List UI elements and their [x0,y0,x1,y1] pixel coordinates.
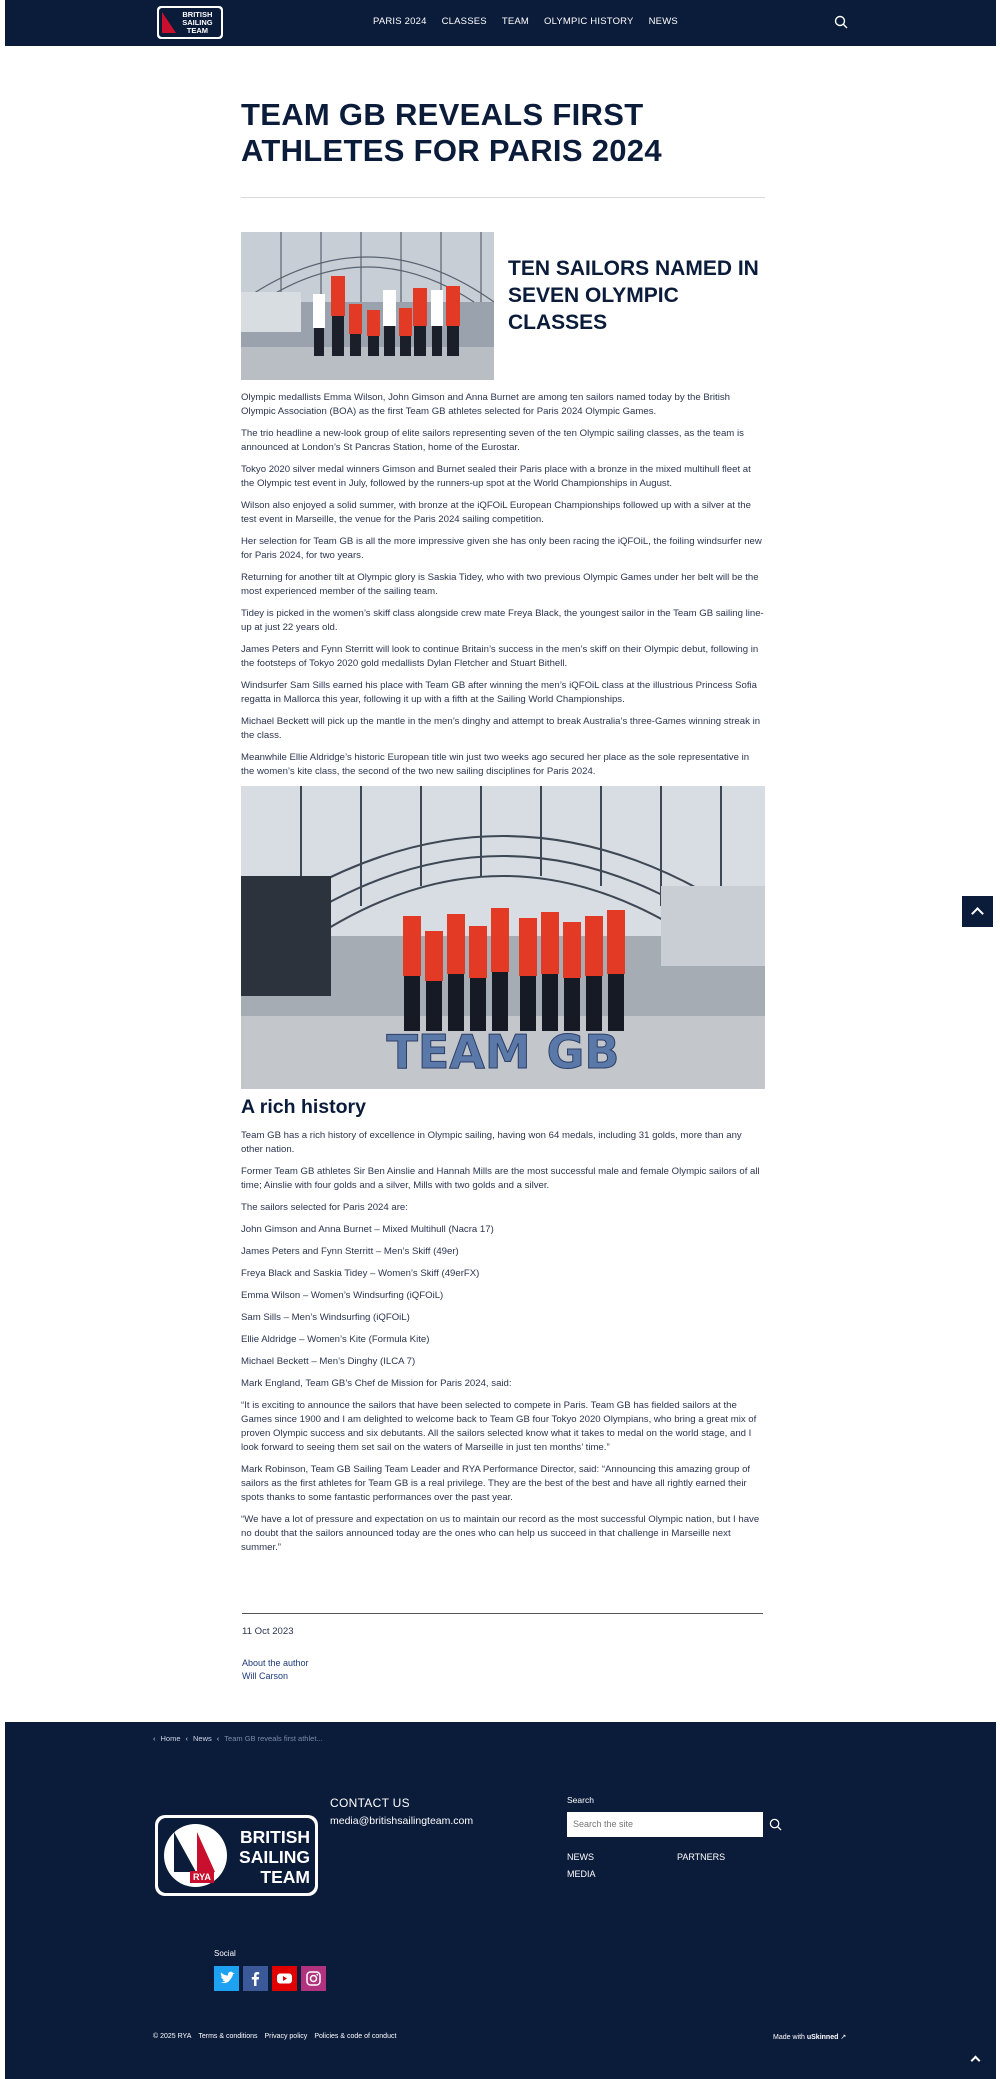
made-with-prefix: Made with [773,2034,805,2041]
contact-email-link[interactable]: media@britishsailingteam.com [330,1815,473,1827]
article-paragraph: Returning for another tilt at Olympic gl… [241,572,759,597]
article-paragraph: Team GB has a rich history of excellence… [241,1130,742,1155]
policies-link[interactable]: Policies & code of conduct [314,2033,396,2040]
footer-link-media[interactable]: MEDIA [567,1866,677,1883]
site-logo[interactable]: BRITISH SAILING TEAM [157,6,223,39]
nav-item-classes[interactable]: CLASSES [442,16,487,27]
youtube-icon[interactable] [272,1966,297,1991]
article-paragraph: Michael Beckett will pick up the mantle … [241,716,761,741]
search-input[interactable]: Search the site [567,1812,763,1837]
chevron-up-icon[interactable] [970,2055,981,2066]
sailor-list-item: Ellie Aldridge – Women’s Kite (Formula K… [241,1334,430,1345]
breadcrumb-current: Team GB reveals first athlet... [224,1734,323,1743]
publish-date: 11 Oct 2023 [242,1626,294,1637]
chevron-left-icon: ‹ [216,1734,220,1743]
team-gb-sign: TEAM GB [386,1025,619,1079]
site-footer: ‹ Home ‹ News ‹ Team GB reveals first at… [5,1722,996,2079]
article-quote: “We have a lot of pressure and expectati… [241,1514,760,1553]
search-icon[interactable] [834,15,848,29]
article-paragraph: Former Team GB athletes Sir Ben Ainslie … [241,1166,760,1191]
footer-links: NEWS PARTNERS MEDIA [567,1849,787,1883]
article-subheading: TEN SAILORS NAMED IN SEVEN OLYMPIC CLASS… [508,257,759,334]
terms-link[interactable]: Terms & conditions [198,2033,257,2040]
article-paragraph: Olympic medallists Emma Wilson, John Gim… [241,392,730,417]
footer-logo-text: BRITISH SAILING TEAM [239,1827,310,1887]
article-paragraph: James Peters and Fynn Sterritt will look… [241,644,759,669]
footer-link-partners[interactable]: PARTNERS [677,1849,787,1866]
social-links [214,1966,326,1991]
twitter-icon[interactable] [214,1966,239,1991]
chevron-left-icon: ‹ [185,1734,189,1743]
author-link[interactable]: Will Carson [242,1670,309,1683]
page: BRITISH SAILING TEAM PARIS 2024 CLASSES … [5,0,996,2079]
nav-item-news[interactable]: NEWS [649,16,678,27]
nav-item-team[interactable]: TEAM [502,16,529,27]
rya-badge: RYA [190,1871,214,1883]
top-navigation-bar: BRITISH SAILING TEAM PARIS 2024 CLASSES … [5,0,996,46]
article-paragraph: Mark England, Team GB’s Chef de Mission … [241,1378,512,1389]
divider [242,1613,763,1614]
breadcrumb: ‹ Home ‹ News ‹ Team GB reveals first at… [153,1734,323,1743]
external-link-icon: ↗ [840,2034,847,2041]
made-with-credit[interactable]: Made with uSkinned ↗ [773,2033,846,2041]
breadcrumb-news[interactable]: News [193,1734,212,1743]
search-icon[interactable] [769,1818,782,1831]
search-label: Search [567,1795,594,1805]
legal-links: © 2025 RYA Terms & conditions Privacy po… [153,2033,396,2040]
article-paragraph: Windsurfer Sam Sills earned his place wi… [241,680,757,705]
article-quote: “It is exciting to announce the sailors … [241,1400,757,1453]
copyright-text: © 2025 RYA [153,2033,192,2040]
about-author-label: About the author [242,1658,309,1668]
footer-logo[interactable]: RYA BRITISH SAILING TEAM [155,1815,318,1896]
sailor-list-item: John Gimson and Anna Burnet – Mixed Mult… [241,1224,494,1235]
instagram-icon[interactable] [301,1966,326,1991]
team-photo-small [241,232,494,380]
footer-link-news[interactable]: NEWS [567,1849,677,1866]
back-to-top-button[interactable] [962,896,993,927]
article-paragraph: Tidey is picked in the women’s skiff cla… [241,608,764,633]
article-paragraph: Tokyo 2020 silver medal winners Gimson a… [241,464,751,489]
made-with-brand: uSkinned [806,2034,839,2041]
privacy-policy-link[interactable]: Privacy policy [265,2033,308,2040]
sailor-list-item: James Peters and Fynn Sterritt – Men’s S… [241,1246,459,1257]
sailor-list-item: Michael Beckett – Men’s Dinghy (ILCA 7) [241,1356,416,1367]
social-label: Social [214,1949,236,1958]
main-nav: PARIS 2024 CLASSES TEAM OLYMPIC HISTORY … [373,16,693,27]
team-photo-large: TEAM GB [241,786,765,1089]
author-block: About the author Will Carson [242,1657,309,1683]
nav-item-olympic-history[interactable]: OLYMPIC HISTORY [544,16,634,27]
divider [241,197,765,198]
article-paragraph: The sailors selected for Paris 2024 are: [241,1202,408,1213]
chevron-left-icon: ‹ [153,1734,156,1743]
sail-logo-icon [162,10,176,35]
section-heading-history: A rich history [241,1096,366,1118]
article-title: TEAM GB REVEALS FIRST ATHLETES FOR PARIS… [241,97,662,168]
article-paragraph: Her selection for Team GB is all the mor… [241,536,762,561]
nav-item-paris-2024[interactable]: PARIS 2024 [373,16,427,27]
sailor-list-item: Emma Wilson – Women’s Windsurfing (iQFOi… [241,1290,444,1301]
breadcrumb-home[interactable]: Home [161,1734,181,1743]
article-paragraph: The trio headline a new-look group of el… [241,428,744,453]
site-logo-text: BRITISH SAILING TEAM [182,9,213,35]
sailor-list-item: Sam Sills – Men’s Windsurfing (iQFOiL) [241,1312,410,1323]
article-paragraph: Wilson also enjoyed a solid summer, with… [241,500,751,525]
contact-heading: CONTACT US [330,1796,410,1810]
article-quote: Mark Robinson, Team GB Sailing Team Lead… [241,1464,751,1503]
sailor-list-item: Freya Black and Saskia Tidey – Women’s S… [241,1268,480,1279]
facebook-icon[interactable] [243,1966,268,1991]
article-paragraph: Meanwhile Ellie Aldridge’s historic Euro… [241,752,750,777]
